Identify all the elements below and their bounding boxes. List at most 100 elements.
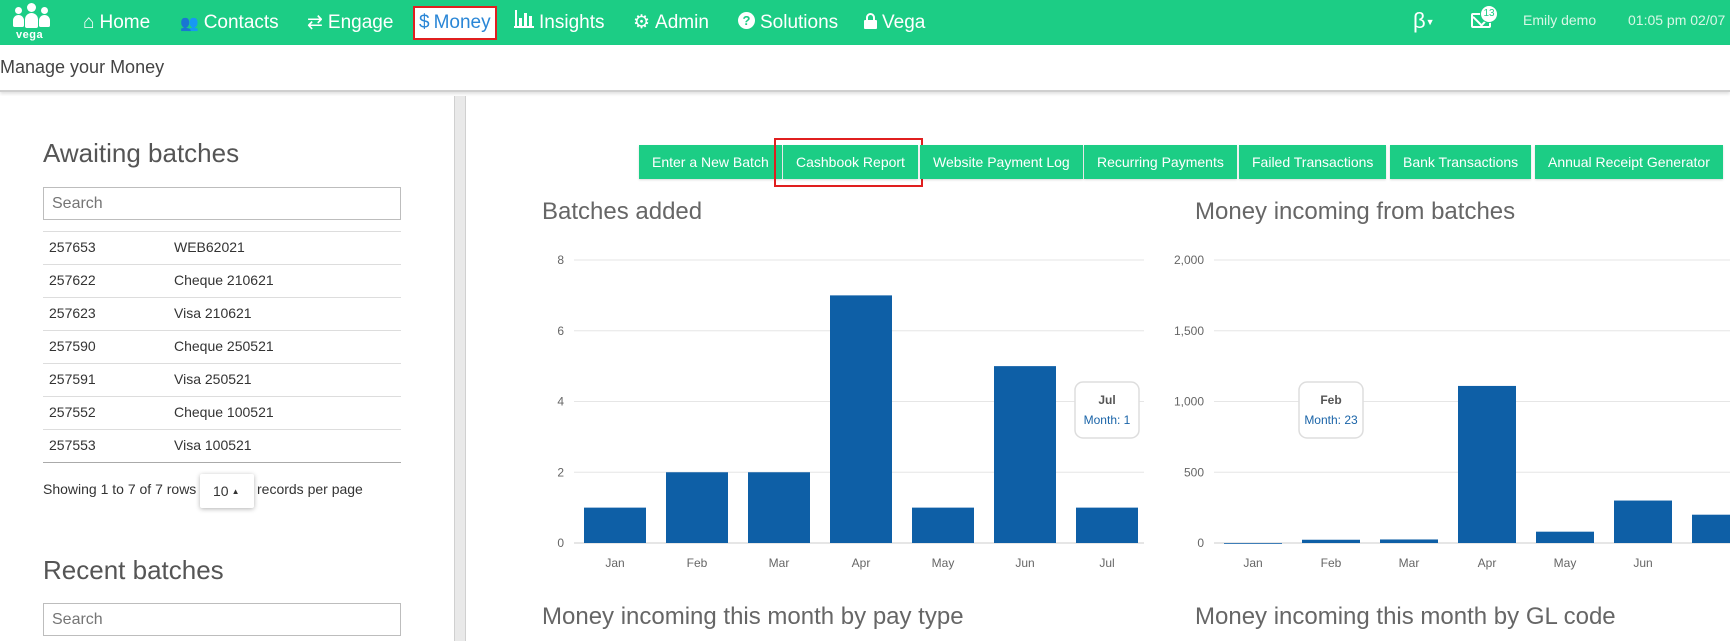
x-tick-label: Jan xyxy=(605,556,624,570)
x-tick-label: Jul xyxy=(1099,556,1114,570)
tooltip-box xyxy=(1298,381,1364,439)
bar-may xyxy=(912,507,974,543)
bar-apr xyxy=(830,295,892,543)
x-tick-label: May xyxy=(1554,556,1577,570)
bar-jan xyxy=(1224,543,1282,544)
nav-admin[interactable]: ⚙ Admin xyxy=(633,0,709,45)
home-icon: ⌂ xyxy=(83,12,95,33)
vega-logo[interactable]: vega xyxy=(12,3,52,41)
x-tick-label: Jun xyxy=(1015,556,1034,570)
nav-contacts[interactable]: 👥 Contacts xyxy=(180,0,279,45)
y-tick-label: 2,000 xyxy=(1174,253,1204,267)
question-circle-icon: ? xyxy=(738,12,755,30)
bar-jul xyxy=(1076,507,1138,543)
nav-engage[interactable]: ⇄ Engage xyxy=(307,0,393,45)
gears-icon: ⚙ xyxy=(633,12,651,33)
mail-badge: 13 xyxy=(1480,5,1498,23)
tooltip-title: Jul xyxy=(1098,393,1115,407)
page-subheader: Manage your Money xyxy=(0,45,1730,92)
table-row[interactable]: 257623 Visa 210621 xyxy=(43,298,401,331)
y-tick-label: 6 xyxy=(557,324,564,338)
exchange-icon: ⇄ xyxy=(307,12,323,33)
y-tick-label: 2 xyxy=(557,465,564,479)
logo-text: vega xyxy=(16,29,44,41)
enter-new-batch-button[interactable]: Enter a New Batch xyxy=(639,145,782,179)
lock-icon xyxy=(864,0,877,45)
nav-vega[interactable]: Vega xyxy=(864,0,925,45)
tooltip-box xyxy=(1074,381,1140,439)
bar-chart-icon xyxy=(514,0,534,45)
tooltip-value: Month: 23 xyxy=(1304,413,1358,427)
chart-title-pay-type: Money incoming this month by pay type xyxy=(542,603,964,630)
x-tick-label: May xyxy=(932,556,955,570)
table-row[interactable]: 257590 Cheque 250521 xyxy=(43,331,401,364)
y-tick-label: 500 xyxy=(1184,465,1204,479)
y-tick-label: 8 xyxy=(557,253,564,267)
recent-search-input[interactable] xyxy=(43,603,401,636)
page-size-select[interactable]: 10 ▲ xyxy=(200,474,254,508)
y-tick-label: 0 xyxy=(557,536,564,550)
top-navbar: vega ⌂ Home 👥 Contacts ⇄ Engage $ Money Insi… xyxy=(0,0,1730,45)
chart-title-gl-code: Money incoming this month by GL code xyxy=(1195,603,1616,630)
x-tick-label: Apr xyxy=(852,556,871,570)
x-tick-label: Jan xyxy=(1243,556,1262,570)
bar-jun xyxy=(994,366,1056,543)
clock-text: 01:05 pm 02/07 xyxy=(1628,12,1726,28)
bar-may xyxy=(1536,531,1594,543)
bar-jul xyxy=(1692,514,1730,543)
tooltip-value: Month: 1 xyxy=(1084,413,1131,427)
table-row[interactable]: 257553 Visa 100521 xyxy=(43,430,401,463)
y-tick-label: 1,500 xyxy=(1174,324,1204,338)
bar-mar xyxy=(748,472,810,543)
x-tick-label: Apr xyxy=(1478,556,1497,570)
bar-mar xyxy=(1380,539,1438,543)
bar-feb xyxy=(666,472,728,543)
bar-feb xyxy=(1302,539,1360,543)
y-tick-label: 0 xyxy=(1197,536,1204,550)
table-row[interactable]: 257552 Cheque 100521 xyxy=(43,397,401,430)
x-tick-label: Jun xyxy=(1633,556,1652,570)
nav-home[interactable]: ⌂ Home xyxy=(83,0,150,45)
panel-divider[interactable] xyxy=(454,96,466,641)
chart-tooltip: Feb Month: 23 xyxy=(1298,381,1364,439)
annual-receipt-generator-button[interactable]: Annual Receipt Generator xyxy=(1535,145,1723,179)
chart-tooltip: Jul Month: 1 xyxy=(1074,381,1140,439)
tooltip-title: Feb xyxy=(1320,393,1341,407)
y-tick-label: 4 xyxy=(557,395,564,409)
chart-title-batches-added: Batches added xyxy=(542,198,703,225)
money-incoming-chart[interactable]: 0 500 1,000 1,500 2,000 Jan Feb Mar Apr May Jun Feb… xyxy=(1170,245,1730,575)
x-tick-label: Feb xyxy=(1321,556,1342,570)
nav-money[interactable]: $ Money xyxy=(413,6,497,40)
beta-menu[interactable]: β▼ xyxy=(1413,0,1435,45)
table-row[interactable]: 257622 Cheque 210621 xyxy=(43,265,401,298)
batches-added-chart[interactable]: 0 2 4 6 8 Jan Feb Mar Apr May Jun Jul Jul Month: 1 xyxy=(530,245,1150,575)
awaiting-search-input[interactable] xyxy=(43,187,401,220)
x-tick-label: Mar xyxy=(769,556,790,570)
bar-jun xyxy=(1614,500,1672,543)
x-tick-label: Feb xyxy=(687,556,708,570)
bar-apr xyxy=(1458,385,1516,543)
recent-batches-title: Recent batches xyxy=(43,555,224,585)
pager-showing-text: Showing 1 to 7 of 7 rows xyxy=(43,481,197,497)
nav-solutions[interactable]: ? Solutions xyxy=(738,0,838,45)
website-payment-log-button[interactable]: Website Payment Log xyxy=(920,145,1083,179)
user-name[interactable]: Emily demo xyxy=(1523,0,1596,45)
recurring-payments-button[interactable]: Recurring Payments xyxy=(1084,145,1237,179)
table-row[interactable]: 257653 WEB62021 xyxy=(43,232,401,265)
x-tick-label: Mar xyxy=(1399,556,1420,570)
caret-up-icon: ▲ xyxy=(231,487,240,497)
dollar-icon: $ xyxy=(419,12,430,33)
table-row[interactable]: 257591 Visa 250521 xyxy=(43,364,401,397)
y-tick-label: 1,000 xyxy=(1174,395,1204,409)
bank-transactions-button[interactable]: Bank Transactions xyxy=(1390,145,1532,179)
page-title: Manage your Money xyxy=(0,57,165,77)
users-icon: 👥 xyxy=(180,15,199,32)
failed-transactions-button[interactable]: Failed Transactions xyxy=(1239,145,1387,179)
cashbook-highlight xyxy=(774,138,923,187)
awaiting-batches-title: Awaiting batches xyxy=(43,138,240,168)
pager-suffix-text: records per page xyxy=(257,481,363,497)
awaiting-batches-table: 257653 WEB62021 257622 Cheque 210621 25762… xyxy=(43,231,401,463)
bar-jan xyxy=(584,507,646,543)
chart-title-money-incoming: Money incoming from batches xyxy=(1195,198,1516,225)
nav-insights[interactable]: Insights xyxy=(514,0,604,45)
